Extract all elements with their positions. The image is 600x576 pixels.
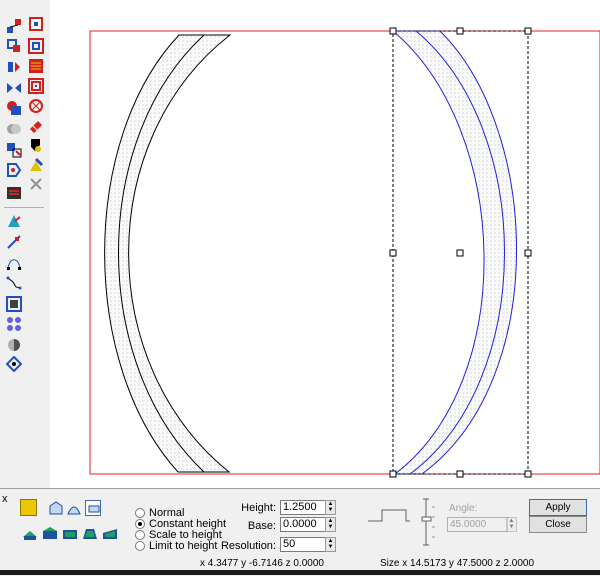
extrude-style-5-icon[interactable] [102, 525, 118, 541]
angle-slider[interactable] [417, 497, 437, 547]
angle-label: Angle: [449, 503, 478, 514]
extrude-style-1-icon[interactable] [22, 525, 38, 541]
left-arc-shape[interactable] [104, 34, 232, 473]
mode-limit-to-height-radio[interactable]: Limit to height [135, 539, 218, 552]
angle-spinner[interactable]: ▲ ▼ [506, 517, 517, 532]
envelope-icon[interactable] [6, 337, 22, 353]
base-input[interactable]: 0.0000 [280, 517, 326, 532]
radio-indicator [135, 507, 145, 518]
contour-icon[interactable] [6, 296, 22, 312]
profile-flat-icon[interactable] [48, 500, 64, 516]
scissors-icon[interactable] [28, 176, 44, 192]
bezier-icon[interactable] [6, 255, 22, 271]
profile-round-icon[interactable] [66, 500, 82, 516]
radio-indicator [135, 518, 145, 529]
extrude-style-3-icon[interactable] [62, 525, 78, 541]
color-dropper-icon[interactable] [28, 157, 44, 173]
canvas-graphics [89, 27, 600, 478]
break-apart-icon[interactable] [6, 162, 22, 178]
weld-icon[interactable] [6, 80, 22, 96]
eraser-icon[interactable] [28, 117, 44, 133]
color-swatch[interactable] [20, 499, 37, 516]
circle-target-icon[interactable] [28, 98, 44, 114]
knife-icon[interactable] [6, 234, 22, 250]
resolution-spinner[interactable]: ▲ ▼ [325, 537, 336, 552]
distort-icon[interactable] [6, 356, 22, 372]
polyline-icon[interactable] [6, 275, 22, 291]
mode-label: Limit to height [149, 539, 218, 552]
base-spinner[interactable]: ▲ ▼ [325, 517, 336, 532]
spiral-icon[interactable] [28, 78, 44, 94]
close-button[interactable]: Close [529, 516, 587, 533]
right-arc-shape[interactable] [391, 30, 517, 475]
intersect-icon[interactable] [6, 100, 22, 116]
align-icon[interactable] [6, 185, 22, 201]
angle-input[interactable]: 45.0000 [447, 517, 508, 532]
mode-constant-height-radio[interactable]: Constant height [135, 518, 226, 530]
tools-toolbar [0, 0, 51, 488]
drawing-canvas[interactable] [50, 0, 600, 488]
selection-size: Size x 14.5173 y 47.5000 z 2.0000 [380, 558, 535, 569]
node-select-icon[interactable] [6, 18, 22, 34]
blend-icon[interactable] [6, 316, 22, 332]
mode-normal-radio[interactable]: Normal [135, 507, 184, 519]
mode-scale-to-height-radio[interactable]: Scale to height [135, 529, 222, 541]
extrude-style-2-icon[interactable] [42, 525, 58, 541]
height-spinner[interactable]: ▲ ▼ [325, 500, 336, 515]
resolution-label: Resolution: [220, 540, 276, 552]
mirror-icon[interactable] [6, 59, 22, 75]
radio-indicator [135, 540, 145, 551]
apply-button[interactable]: Apply [529, 499, 587, 516]
cursor-position: x 4.3477 y -6.7146 z 0.0000 [200, 558, 324, 569]
extrude-style-4-icon[interactable] [82, 525, 98, 541]
square-stack-icon[interactable] [28, 58, 44, 74]
square-node-icon[interactable] [28, 16, 44, 32]
radio-indicator [135, 529, 145, 540]
group-icon[interactable] [6, 142, 22, 158]
height-input[interactable]: 1.2500 [280, 500, 326, 515]
taskbar-strip [0, 570, 600, 575]
trim-icon[interactable] [6, 121, 22, 137]
transform-icon[interactable] [6, 38, 22, 54]
toolbar-separator [4, 207, 44, 208]
layers-icon[interactable] [28, 38, 44, 54]
height-label: Height: [241, 502, 276, 514]
profile-preview [368, 509, 410, 522]
resolution-input[interactable]: 50 [280, 537, 326, 552]
base-label: Base: [247, 520, 276, 532]
profile-square-icon[interactable] [85, 500, 101, 516]
shaper-icon[interactable] [28, 137, 44, 153]
panel-close-icon[interactable]: x [2, 494, 8, 505]
fill-icon[interactable] [6, 213, 22, 229]
